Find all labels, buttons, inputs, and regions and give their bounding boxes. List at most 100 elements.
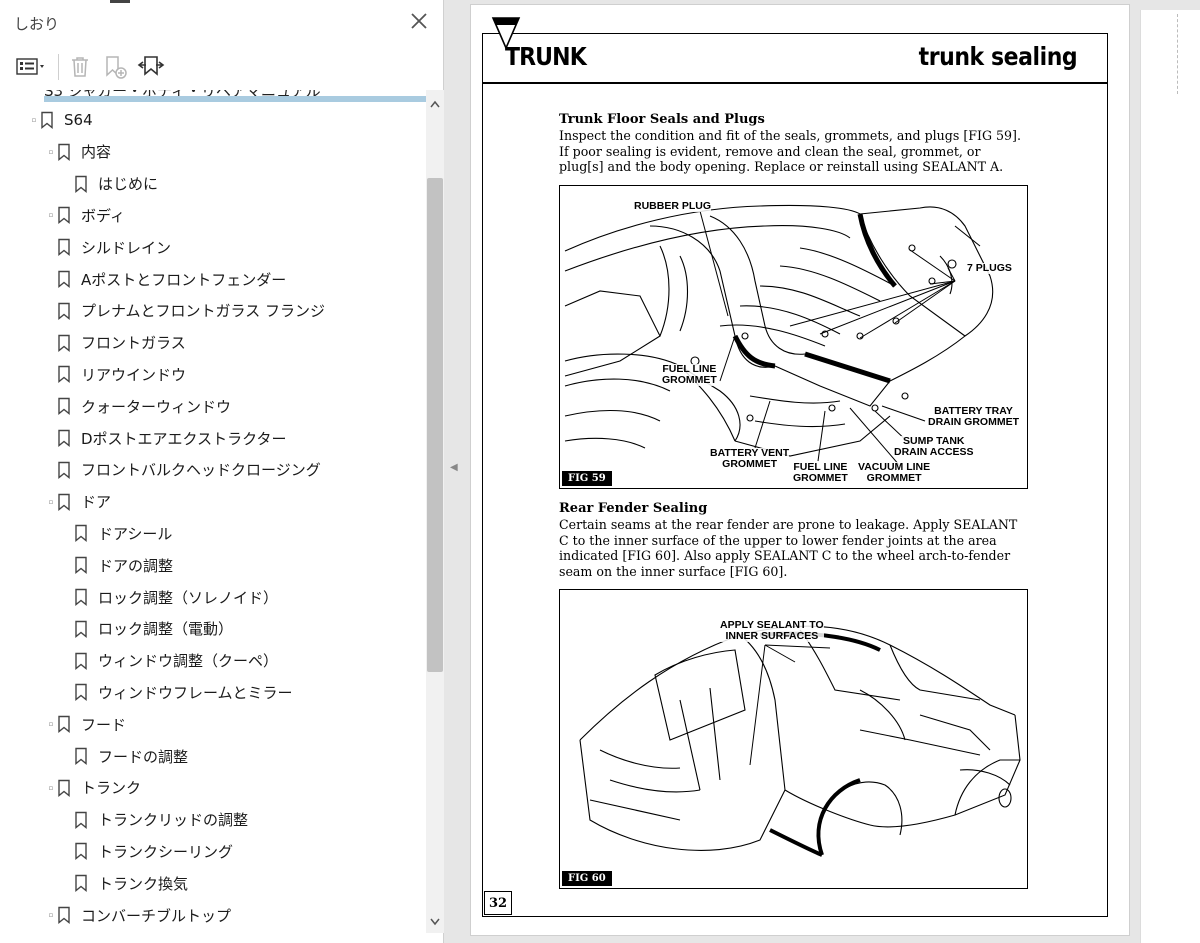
bookmark-item[interactable]: シルドレイン [57, 232, 171, 262]
bookmark-label: リアウインドウ [81, 365, 187, 384]
bookmark-label: ボディ [81, 206, 125, 225]
expand-bookmark-icon [137, 56, 165, 76]
bookmark-icon [58, 270, 70, 288]
new-bookmark-icon [106, 56, 127, 79]
bookmark-item[interactable]: ▫ コンバーチブルトップ [49, 900, 231, 930]
bookmarks-scrollbar[interactable] [426, 90, 444, 933]
scrollbar-thumb[interactable] [427, 178, 443, 672]
bookmark-label: S64 [64, 111, 93, 129]
expand-toggle-icon[interactable]: ▫ [47, 784, 55, 792]
bookmark-item[interactable]: トランクシーリング [74, 836, 233, 866]
bookmark-label: トランクリッドの調整 [98, 811, 249, 830]
collapse-arrow-icon[interactable]: ◀ [450, 462, 458, 473]
scroll-down-arrow[interactable] [426, 916, 444, 930]
bookmark-icon [75, 588, 87, 606]
bookmark-icon [58, 429, 70, 447]
window-edge-marker [110, 0, 130, 3]
bookmark-icon [75, 620, 87, 638]
bookmarks-toolbar [0, 44, 432, 90]
bookmark-label: はじめに [98, 175, 159, 194]
panel-title: しおり [14, 15, 60, 33]
bookmark-label: ロック調整（電動） [98, 620, 234, 639]
bookmark-label: トランク [81, 779, 142, 798]
bookmark-icon [58, 238, 70, 257]
label-battery-vent-grommet: BATTERY VENT GROMMET [710, 447, 790, 470]
bookmark-icon [58, 207, 70, 225]
bookmark-item[interactable]: ▫ 内容 [49, 137, 112, 167]
header-rule [483, 82, 1107, 84]
bookmark-label: フードの調整 [98, 747, 189, 766]
toolbar-divider [58, 54, 59, 80]
bookmark-icon [58, 906, 70, 924]
bookmark-icon [75, 652, 87, 670]
page-topic: trunk sealing [918, 42, 1077, 71]
chevron-up-icon [430, 100, 440, 108]
bookmark-item[interactable]: ▫ S64 [32, 105, 93, 135]
expand-toggle-icon[interactable]: ▫ [47, 148, 55, 156]
bookmark-item[interactable]: ウィンドウフレームとミラー [74, 677, 293, 707]
bookmark-item[interactable]: ▫ ボディ [49, 200, 125, 230]
expand-toggle-icon[interactable]: ▫ [47, 211, 55, 219]
bookmark-item[interactable]: ロック調整（電動） [74, 614, 233, 644]
bookmark-item[interactable]: リアウインドウ [57, 359, 186, 389]
bookmark-item[interactable]: Dポストエアエクストラクター [57, 423, 287, 453]
options-menu-button[interactable] [14, 52, 50, 82]
bookmark-label: フード [81, 715, 127, 734]
page-frame: TRUNK trunk sealing Trunk Floor Seals an… [482, 17, 1108, 917]
bookmark-item[interactable]: ▫ フード [49, 709, 127, 739]
bookmark-item[interactable]: ▫ ドア [49, 487, 111, 517]
bookmark-label: ドアの調整 [98, 556, 174, 575]
expand-bookmark-button[interactable] [136, 52, 166, 82]
bookmark-item[interactable]: トランクリッドの調整 [74, 805, 248, 835]
new-bookmark-button[interactable] [102, 52, 130, 82]
tree-partial-item[interactable]: S3 ジャガー・ボディ・リペアマニュアル [44, 90, 426, 102]
figure-60: APPLY SEALANT TO INNER SURFACES FIG 60 [559, 589, 1028, 889]
list-options-icon [16, 58, 44, 75]
panel-splitter[interactable]: ◀ [444, 0, 466, 943]
delete-bookmark-button[interactable] [66, 52, 94, 82]
label-fuel-line-grommet-2: FUEL LINE GROMMET [793, 461, 848, 484]
bookmark-icon [75, 684, 87, 702]
bookmark-item[interactable]: ▫ トランク [49, 773, 142, 803]
expand-toggle-icon[interactable]: ▫ [30, 116, 38, 124]
close-panel-button[interactable] [408, 10, 430, 32]
bookmark-icon [75, 747, 87, 765]
bookmark-tree: S3 ジャガー・ボディ・リペアマニュアル ▫ S64 ▫ 内容はじめに ▫ ボディシルドレ… [0, 90, 426, 933]
expand-toggle-icon[interactable]: ▫ [47, 720, 55, 728]
bookmark-icon [58, 461, 70, 479]
bookmark-item[interactable]: ウィンドウ調整（クーペ） [74, 646, 278, 676]
bookmark-item[interactable]: ドアシール [74, 518, 172, 548]
bookmark-item[interactable]: クォーターウィンドウ [57, 391, 231, 421]
bookmark-item[interactable]: フロントバルクヘッドクロージング [57, 455, 321, 485]
expand-toggle-icon[interactable]: ▫ [47, 498, 55, 506]
bookmark-icon [58, 366, 70, 384]
bookmark-icon [58, 493, 70, 511]
bookmark-label: ドアシール [98, 524, 173, 543]
bookmark-item[interactable]: トランク換気 [74, 868, 188, 898]
fig59-tag: FIG 59 [562, 471, 612, 486]
bookmark-icon [58, 143, 70, 161]
scroll-up-arrow[interactable] [426, 98, 444, 112]
bookmark-icon [75, 556, 87, 575]
bookmark-label: 内容 [81, 143, 112, 162]
bookmark-icon [58, 302, 70, 320]
figure-59: RUBBER PLUG 7 PLUGS FUEL LINE GROMMET BA… [559, 185, 1028, 489]
bookmark-item[interactable]: フロントガラス [57, 328, 186, 358]
bookmark-label: シルドレイン [81, 238, 172, 257]
bookmark-item[interactable]: フードの調整 [74, 741, 188, 771]
bookmark-label: クォーターウィンドウ [81, 397, 232, 416]
document-page: TRUNK trunk sealing Trunk Floor Seals an… [470, 4, 1130, 936]
expand-toggle-icon[interactable]: ▫ [47, 911, 55, 919]
bookmark-label: Dポストエアエクストラクター [81, 429, 287, 448]
section1-text: Inspect the condition and fit of the sea… [559, 128, 1021, 175]
bookmark-item[interactable]: Aポストとフロントフェンダー [57, 264, 286, 294]
chevron-down-icon [430, 918, 440, 926]
page-number: 32 [484, 891, 512, 915]
bookmark-item[interactable]: プレナムとフロントガラス フランジ [57, 296, 325, 326]
bookmark-item[interactable]: ドアの調整 [74, 550, 173, 580]
bookmark-item[interactable]: はじめに [74, 169, 158, 199]
section1-heading: Trunk Floor Seals and Plugs [559, 112, 765, 127]
bookmark-label: フロントガラス [81, 334, 186, 353]
bookmark-item[interactable]: ロック調整（ソレノイド） [74, 582, 278, 612]
trash-icon [72, 57, 88, 77]
